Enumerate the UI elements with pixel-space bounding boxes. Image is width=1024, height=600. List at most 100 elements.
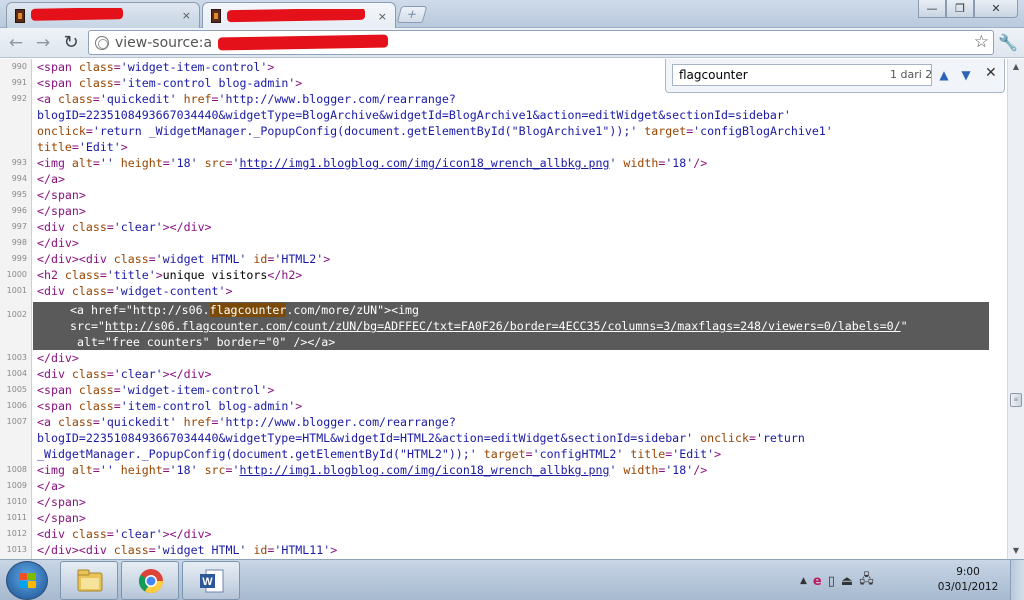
source-line: 1012 <div class='clear'></div> <box>0 526 1007 542</box>
code-token: = <box>106 284 114 298</box>
code-token: class <box>78 383 114 397</box>
code-token: > <box>120 140 128 154</box>
code-token: onclick <box>700 431 749 445</box>
battery-icon[interactable]: ▯ <box>828 574 835 589</box>
network-icon[interactable]: 🖧 <box>859 570 874 592</box>
scrollbar-thumb[interactable]: ≡ <box>1010 393 1022 407</box>
code-token: href <box>183 92 212 106</box>
code-token: </h2> <box>267 268 303 282</box>
tab-close-icon[interactable]: × <box>378 10 387 23</box>
code-token: 'quickedit' <box>99 415 184 429</box>
blogger-favicon-icon <box>15 8 25 23</box>
code-token: = <box>748 431 756 445</box>
source-line: 1001 <div class='widget-content'> <box>0 283 1007 299</box>
code-token: <div <box>37 367 72 381</box>
line-number: 993 <box>11 158 27 167</box>
clock-time: 9:00 <box>956 566 980 578</box>
code-text: <div class='clear'></div> <box>37 219 212 235</box>
source-view[interactable]: 990 <span class='widget-item-control'> 991… <box>0 59 1007 559</box>
redaction-mark <box>31 8 124 21</box>
back-button[interactable]: ← <box>5 32 27 54</box>
code-token: height <box>120 156 163 170</box>
maximize-button[interactable]: ❐ <box>946 0 974 18</box>
scroll-up-arrow-icon[interactable]: ▲ <box>1008 59 1024 75</box>
url-text[interactable]: view-source:a <box>115 35 212 51</box>
code-token: <span <box>37 383 79 397</box>
code-token: = <box>113 76 121 90</box>
find-close-button[interactable]: ✕ <box>985 65 997 81</box>
code-text: </div><div class='widget HTML' id='HTML2… <box>37 251 330 267</box>
minimize-button[interactable]: — <box>918 0 946 18</box>
code-token: = <box>106 367 114 381</box>
source-line: 1008 <img alt='' height='18' src='http://… <box>0 462 1007 478</box>
line-number: 1003 <box>6 353 27 362</box>
code-token: 'HTML11' <box>274 543 331 557</box>
source-line: alt="free counters" border="0" /></a> <box>33 334 989 350</box>
source-line: <a href="http://s06.flagcounter.com/more… <box>33 302 989 318</box>
code-token: id <box>253 543 268 557</box>
vertical-scrollbar[interactable]: ▲ ≡ ▼ <box>1007 59 1024 559</box>
code-text: </div> <box>37 235 79 251</box>
usb-icon[interactable]: ⏏ <box>841 574 853 589</box>
wrench-menu-icon[interactable]: 🔧 <box>998 33 1018 52</box>
tab-1[interactable]: Bl × <box>6 2 200 28</box>
line-number: 1006 <box>6 401 27 410</box>
source-line: 992 <a class='quickedit' href='http://www… <box>0 91 1007 107</box>
source-line: 1013 </div><div class='widget HTML' id='H… <box>0 542 1007 558</box>
find-next-button[interactable]: ▼ <box>956 65 976 85</box>
source-lines: 1003 </div> 1004 <div class='clear'></div> 1… <box>0 350 1007 558</box>
start-button[interactable] <box>6 561 48 600</box>
tab-close-icon[interactable]: × <box>182 9 191 22</box>
source-link[interactable]: http://s06.flagcounter.com/count/zUN/bg=… <box>105 319 901 333</box>
code-token: = <box>211 92 219 106</box>
close-window-button[interactable]: ✕ <box>974 0 1018 18</box>
code-text: src="http://s06.flagcounter.com/count/zU… <box>70 318 908 334</box>
code-token: ' <box>232 463 240 477</box>
bookmark-star-icon[interactable]: ☆ <box>974 32 989 52</box>
code-token: <span <box>37 60 79 74</box>
code-text: </span> <box>37 203 86 219</box>
code-text: onclick='return _WidgetManager._PopupCon… <box>37 123 833 139</box>
title-bar: Bl × vie × + — ❐ ✕ <box>0 0 1024 29</box>
source-line: blogID=2235108493667034440&widgetType=Bl… <box>0 107 1007 123</box>
code-token: class <box>71 527 107 541</box>
address-bar[interactable]: view-source:a ☆ <box>88 30 994 55</box>
code-text: <h2 class='title'>unique visitors</h2> <box>37 267 302 283</box>
svg-text:W: W <box>202 576 213 588</box>
code-token: /> <box>693 463 708 477</box>
code-token: ' <box>609 463 624 477</box>
chrome-icon <box>138 569 163 594</box>
source-link[interactable]: http://img1.blogblog.com/img/icon18_wren… <box>240 156 610 170</box>
show-desktop-button[interactable] <box>1010 560 1024 600</box>
taskbar-word[interactable]: W <box>182 561 240 600</box>
taskbar-explorer[interactable] <box>60 561 118 600</box>
code-token: > <box>714 447 722 461</box>
code-token: 'clear' <box>113 220 163 234</box>
source-line: 1007 <a class='quickedit' href='http://ww… <box>0 414 1007 430</box>
code-token: 'widget HTML' <box>155 543 254 557</box>
highlighted-selection[interactable]: <a href="http://s06.flagcounter.com/more… <box>33 302 989 350</box>
tray-app-icon[interactable]: e <box>813 574 822 589</box>
code-token: '18' <box>169 156 205 170</box>
scroll-down-arrow-icon[interactable]: ▼ <box>1008 543 1024 559</box>
find-previous-button[interactable]: ▲ <box>934 65 954 85</box>
code-text: <div class='widget-content'> <box>37 283 232 299</box>
source-link[interactable]: http://img1.blogblog.com/img/icon18_wren… <box>240 463 610 477</box>
tab-2[interactable]: vie × <box>202 2 396 29</box>
reload-button[interactable]: ↻ <box>60 32 82 54</box>
page-icon <box>95 35 109 50</box>
taskbar-chrome[interactable] <box>121 561 179 600</box>
code-text: <span class='widget-item-control'> <box>37 382 274 398</box>
clock[interactable]: 9:00 03/01/2012 <box>936 565 1000 595</box>
code-token: '18' <box>169 463 205 477</box>
code-token: class <box>71 220 107 234</box>
show-hidden-icons-icon[interactable]: ▲ <box>800 576 807 586</box>
code-token: 'configBlogArchive1' <box>693 124 833 138</box>
new-tab-button[interactable]: + <box>396 6 428 23</box>
code-token: class <box>71 367 107 381</box>
line-number: 995 <box>11 190 27 199</box>
source-line: _WidgetManager._PopupConfig(document.get… <box>0 446 1007 462</box>
toolbar: ← → ↻ view-source:a ☆ 🔧 <box>0 28 1024 58</box>
forward-button[interactable]: → <box>32 32 54 54</box>
line-number: 1009 <box>6 481 27 490</box>
